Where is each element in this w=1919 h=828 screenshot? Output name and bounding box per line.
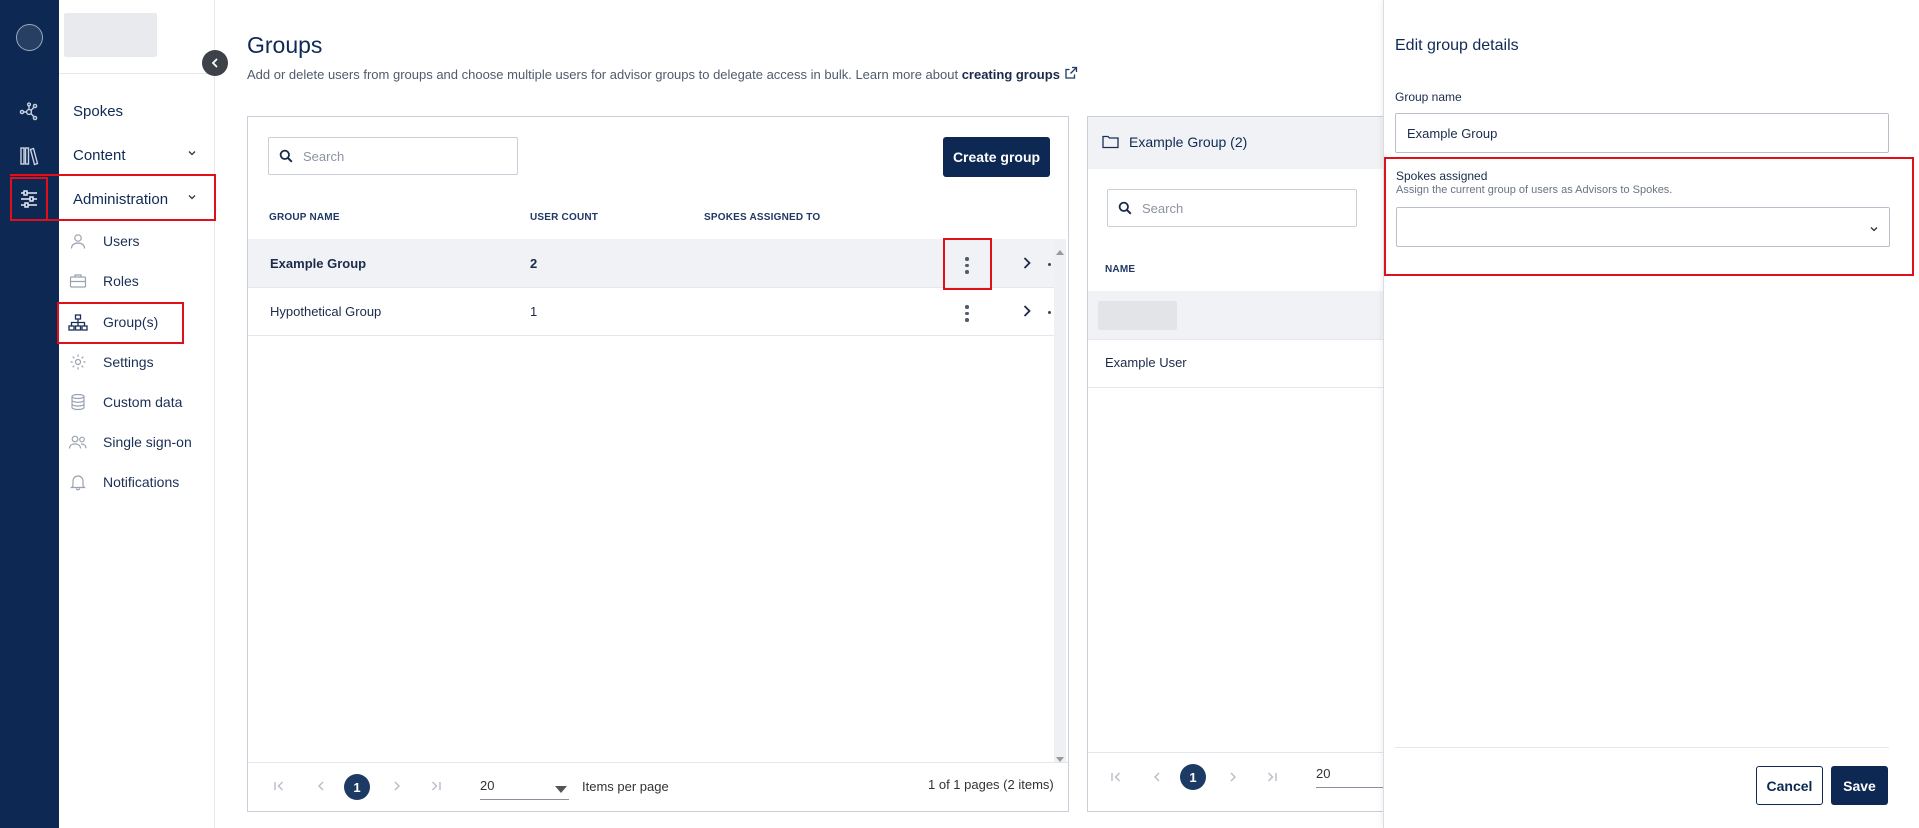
drawer-footer-divider bbox=[1395, 747, 1889, 748]
creating-groups-link[interactable]: creating groups bbox=[962, 67, 1060, 82]
table-row[interactable] bbox=[248, 239, 1054, 288]
nav-item-users[interactable]: Users bbox=[103, 233, 140, 249]
page-description: Add or delete users from groups and choo… bbox=[247, 66, 1078, 82]
chevron-down-icon bbox=[1869, 222, 1879, 237]
spokes-assigned-help: Assign the current group of users as Adv… bbox=[1396, 184, 1673, 196]
search-placeholder: Search bbox=[1142, 200, 1184, 216]
profile-avatar-icon[interactable] bbox=[16, 24, 43, 51]
page-number-button[interactable]: 1 bbox=[344, 774, 370, 800]
search-icon bbox=[1118, 201, 1132, 215]
side-nav bbox=[59, 0, 215, 828]
caret-down-icon bbox=[555, 782, 567, 797]
nav-item-spokes[interactable]: Spokes bbox=[73, 103, 123, 120]
spokes-assigned-select[interactable] bbox=[1396, 207, 1890, 247]
nav-item-groups[interactable]: Group(s) bbox=[103, 314, 158, 330]
drawer-title: Edit group details bbox=[1395, 37, 1519, 54]
folder-icon bbox=[1102, 134, 1119, 152]
page-number-button[interactable]: 1 bbox=[1180, 764, 1206, 790]
user-placeholder-block bbox=[1098, 301, 1177, 330]
group-name-cell: Hypothetical Group bbox=[270, 304, 382, 319]
scroll-up-icon[interactable] bbox=[1056, 242, 1064, 258]
items-per-page-select[interactable]: 20 bbox=[1316, 766, 1386, 788]
chevron-right-icon[interactable] bbox=[1022, 304, 1032, 321]
external-link-icon[interactable] bbox=[1064, 66, 1078, 80]
pager-summary: 1 of 1 pages (2 items) bbox=[928, 777, 1054, 792]
spokes-network-icon[interactable] bbox=[17, 100, 41, 124]
page-description-text: Add or delete users from groups and choo… bbox=[247, 67, 962, 82]
column-header-spokes-assigned[interactable]: SPOKES ASSIGNED TO bbox=[704, 212, 820, 223]
first-page-icon[interactable] bbox=[273, 779, 285, 795]
user-name-cell: Example User bbox=[1105, 355, 1187, 370]
previous-page-icon[interactable] bbox=[1151, 770, 1163, 786]
briefcase-icon bbox=[68, 271, 88, 291]
group-name-input[interactable]: Example Group bbox=[1395, 113, 1889, 153]
icon-rail bbox=[0, 0, 59, 828]
kebab-menu-icon[interactable] bbox=[965, 305, 969, 322]
save-button[interactable]: Save bbox=[1831, 766, 1888, 805]
items-per-page-value: 20 bbox=[1316, 766, 1331, 781]
column-header-group-name[interactable]: GROUP NAME bbox=[269, 212, 340, 223]
nav-item-custom-data[interactable]: Custom data bbox=[103, 394, 182, 410]
nav-item-settings[interactable]: Settings bbox=[103, 354, 154, 370]
users-icon bbox=[68, 432, 88, 452]
spokes-assigned-label: Spokes assigned bbox=[1396, 169, 1488, 183]
nav-item-roles[interactable]: Roles bbox=[103, 273, 139, 289]
gear-icon bbox=[68, 352, 88, 372]
overflow-dot bbox=[1048, 263, 1051, 266]
chevron-down-icon[interactable] bbox=[187, 148, 197, 161]
nav-divider bbox=[59, 73, 215, 74]
items-per-page-label: Items per page bbox=[582, 779, 669, 794]
page-title: Groups bbox=[247, 32, 323, 58]
items-per-page-select[interactable]: 20 bbox=[480, 778, 569, 800]
groups-search-input[interactable]: Search bbox=[268, 137, 518, 175]
group-name-label: Group name bbox=[1395, 90, 1462, 104]
last-page-icon[interactable] bbox=[1266, 770, 1278, 786]
bell-icon bbox=[68, 472, 88, 492]
brand-logo bbox=[64, 13, 157, 57]
members-panel-title: Example Group (2) bbox=[1129, 134, 1248, 150]
search-icon bbox=[279, 149, 293, 163]
org-chart-icon bbox=[68, 313, 88, 333]
search-placeholder: Search bbox=[303, 148, 345, 164]
database-icon bbox=[68, 392, 88, 412]
nav-item-content[interactable]: Content bbox=[73, 147, 126, 164]
user-count-cell: 1 bbox=[530, 304, 538, 319]
members-search-input[interactable]: Search bbox=[1107, 189, 1357, 227]
next-page-icon[interactable] bbox=[1227, 770, 1239, 786]
user-icon bbox=[68, 231, 88, 251]
cancel-button[interactable]: Cancel bbox=[1756, 766, 1823, 805]
user-count-cell: 2 bbox=[530, 256, 538, 271]
nav-item-notifications[interactable]: Notifications bbox=[103, 474, 179, 490]
pager-divider bbox=[248, 762, 1068, 763]
scroll-down-icon[interactable] bbox=[1056, 750, 1064, 766]
nav-item-single-sign-on[interactable]: Single sign-on bbox=[103, 434, 192, 450]
pager-divider bbox=[1088, 752, 1388, 753]
nav-item-administration[interactable]: Administration bbox=[73, 191, 168, 208]
next-page-icon[interactable] bbox=[391, 779, 403, 795]
chevron-down-icon[interactable] bbox=[187, 192, 197, 205]
collapse-nav-button[interactable] bbox=[202, 50, 228, 76]
chevron-right-icon[interactable] bbox=[1022, 256, 1032, 273]
column-header-user-count[interactable]: USER COUNT bbox=[530, 212, 598, 223]
column-header-name[interactable]: NAME bbox=[1105, 264, 1135, 275]
kebab-menu-icon[interactable] bbox=[965, 257, 969, 274]
previous-page-icon[interactable] bbox=[315, 779, 327, 795]
groups-panel bbox=[247, 116, 1069, 812]
group-name-cell: Example Group bbox=[270, 256, 367, 271]
create-group-button[interactable]: Create group bbox=[943, 137, 1050, 177]
library-icon[interactable] bbox=[17, 144, 41, 168]
table-scrollbar[interactable] bbox=[1054, 239, 1066, 763]
last-page-icon[interactable] bbox=[430, 779, 442, 795]
chevron-left-icon bbox=[211, 58, 218, 68]
items-per-page-value: 20 bbox=[480, 778, 495, 793]
first-page-icon[interactable] bbox=[1110, 770, 1122, 786]
overflow-dot bbox=[1048, 311, 1051, 314]
